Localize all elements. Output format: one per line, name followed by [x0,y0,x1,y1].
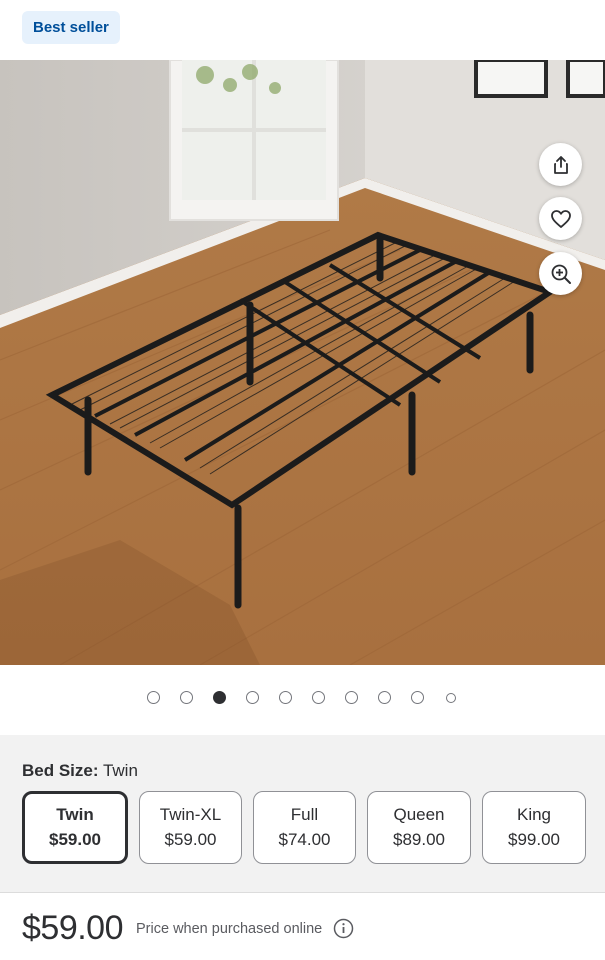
share-button[interactable] [539,143,582,186]
size-option-name: Twin-XL [159,805,222,824]
carousel-dot[interactable] [411,691,424,704]
size-option-price: $59.00 [164,830,217,849]
size-option-name: Queen [393,805,445,824]
badge-bar: Best seller [0,0,605,60]
bed-frame-photo [0,60,605,665]
size-option-twin[interactable]: Twin $59.00 [22,791,128,864]
size-option-king[interactable]: King $99.00 [482,791,586,864]
size-option-twin-xl[interactable]: Twin-XL $59.00 [139,791,242,864]
info-icon[interactable] [333,918,354,939]
size-option-name: Twin [56,805,94,824]
carousel-dot[interactable] [279,691,292,704]
zoom-in-icon [551,264,571,284]
image-carousel-indicators [0,665,605,735]
bed-size-selector: Bed Size: Twin Twin $59.00 Twin-XL $59.0… [0,735,605,892]
share-icon [553,155,568,174]
carousel-dot[interactable] [312,691,325,704]
size-option-price: $89.00 [393,830,445,849]
variant-label: Bed Size: [22,761,99,780]
carousel-dot[interactable] [446,692,456,703]
size-option-price: $74.00 [278,830,331,849]
favorite-button[interactable] [539,197,582,240]
heart-icon [550,209,571,228]
carousel-dot[interactable] [378,691,391,704]
carousel-dot[interactable] [147,691,160,704]
size-option-name: Full [290,805,319,824]
variant-selected-value: Twin [102,761,138,780]
price-note: Price when purchased online [136,921,323,937]
price-section: $59.00 Price when purchased online [0,893,605,960]
carousel-dot[interactable] [180,691,193,704]
size-option-price: $99.00 [508,830,560,849]
size-option-price: $59.00 [49,830,101,849]
size-option-name: King [516,805,552,824]
best-seller-badge: Best seller [22,11,120,44]
size-option-queen[interactable]: Queen $89.00 [367,791,471,864]
product-image[interactable] [0,60,605,665]
zoom-button[interactable] [539,252,582,295]
variant-heading: Bed Size: Twin [22,761,138,781]
current-price: $59.00 [22,909,124,947]
size-option-full[interactable]: Full $74.00 [253,791,356,864]
carousel-dot[interactable] [345,691,358,704]
carousel-dot-active[interactable] [213,691,226,704]
carousel-dot[interactable] [246,691,259,704]
